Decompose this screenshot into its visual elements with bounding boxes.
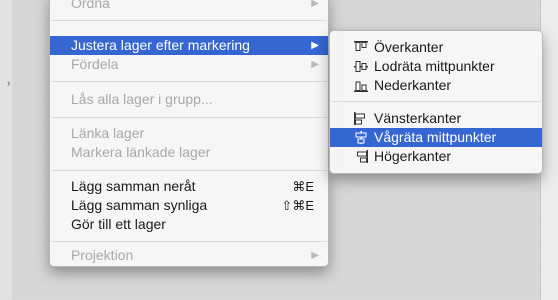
menu-item-label: Projektion bbox=[71, 247, 134, 263]
menu-item-lagg-samman-synliga[interactable]: Lägg samman synliga ⇧⌘E bbox=[50, 196, 328, 215]
submenu-item-overkanter[interactable]: Överkanter bbox=[330, 38, 542, 57]
menu-item-lanka-lager[interactable]: Länka lager bbox=[50, 124, 328, 143]
menu-item-gor-till-ett-lager[interactable]: Gör till ett lager bbox=[50, 215, 328, 234]
menu-item-lagg-samman-nerat[interactable]: Lägg samman neråt ⌘E bbox=[50, 177, 328, 196]
menu-item-label: Ordna bbox=[71, 0, 110, 11]
submenu-arrow-icon: ▶ bbox=[311, 59, 319, 70]
menu-item-projektion[interactable]: Projektion ▶ bbox=[50, 246, 328, 265]
menu-item-label: Gör till ett lager bbox=[71, 216, 166, 232]
submenu-item-vansterkanter[interactable]: Vänsterkanter bbox=[330, 109, 542, 128]
menu-separator bbox=[51, 20, 327, 21]
submenu-item-nederkanter[interactable]: Nederkanter bbox=[330, 76, 542, 95]
menu-item-markera-lankade[interactable]: Markera länkade lager bbox=[50, 143, 328, 162]
menu-item-label: Justera lager efter markering bbox=[71, 37, 250, 53]
align-left-edges-icon bbox=[354, 112, 365, 125]
align-bottom-edges-icon bbox=[354, 81, 368, 92]
menu-separator bbox=[51, 81, 327, 82]
menu-shortcut: ⌘E bbox=[292, 179, 314, 194]
submenu-item-label: Vänsterkanter bbox=[374, 110, 462, 126]
submenu-item-label: Vågräta mittpunkter bbox=[374, 129, 497, 145]
submenu-item-label: Lodräta mittpunkter bbox=[374, 58, 495, 74]
menu-item-label: Markera länkade lager bbox=[71, 144, 211, 160]
menu-separator bbox=[331, 101, 541, 102]
submenu-item-vagrata-mittpunkter[interactable]: Vågräta mittpunkter bbox=[330, 128, 542, 147]
menu-item-label: Lägg samman synliga bbox=[71, 197, 208, 213]
menu-item-label: Lägg samman neråt bbox=[71, 178, 196, 194]
align-submenu: Överkanter Lodräta mittpunkter Nederkant… bbox=[329, 30, 543, 174]
submenu-arrow-icon: ▶ bbox=[311, 250, 319, 261]
menu-separator bbox=[51, 117, 327, 118]
menu-item-label: Lås alla lager i grupp... bbox=[71, 91, 213, 107]
menu-separator bbox=[51, 241, 327, 242]
align-right-edges-icon bbox=[357, 150, 368, 163]
menu-item-label: Fördela bbox=[71, 56, 119, 72]
align-top-edges-icon bbox=[354, 41, 368, 51]
menu-item-ordna[interactable]: Ordna ▶ bbox=[50, 0, 328, 13]
submenu-arrow-icon: ▶ bbox=[311, 0, 319, 9]
layer-menu: Ordna ▶ Justera lager efter markering ▶ … bbox=[49, 0, 329, 267]
align-horizontal-centers-icon bbox=[355, 131, 367, 144]
menu-item-las-alla-lager[interactable]: Lås alla lager i grupp... bbox=[50, 90, 328, 109]
align-vertical-centers-icon bbox=[354, 61, 368, 72]
submenu-arrow-icon: ▶ bbox=[311, 40, 319, 51]
menu-item-fordela[interactable]: Fördela ▶ bbox=[50, 55, 328, 74]
submenu-item-label: Nederkanter bbox=[374, 77, 452, 93]
menu-shortcut: ⇧⌘E bbox=[281, 198, 314, 213]
menu-separator bbox=[51, 170, 327, 171]
submenu-item-hogerkanter[interactable]: Högerkanter bbox=[330, 147, 542, 166]
submenu-item-lodrata-mittpunkter[interactable]: Lodräta mittpunkter bbox=[330, 57, 542, 76]
menu-item-label: Länka lager bbox=[71, 125, 145, 141]
menu-item-justera-lager[interactable]: Justera lager efter markering ▶ bbox=[50, 36, 328, 55]
submenu-item-label: Högerkanter bbox=[374, 148, 452, 164]
submenu-item-label: Överkanter bbox=[374, 39, 444, 55]
